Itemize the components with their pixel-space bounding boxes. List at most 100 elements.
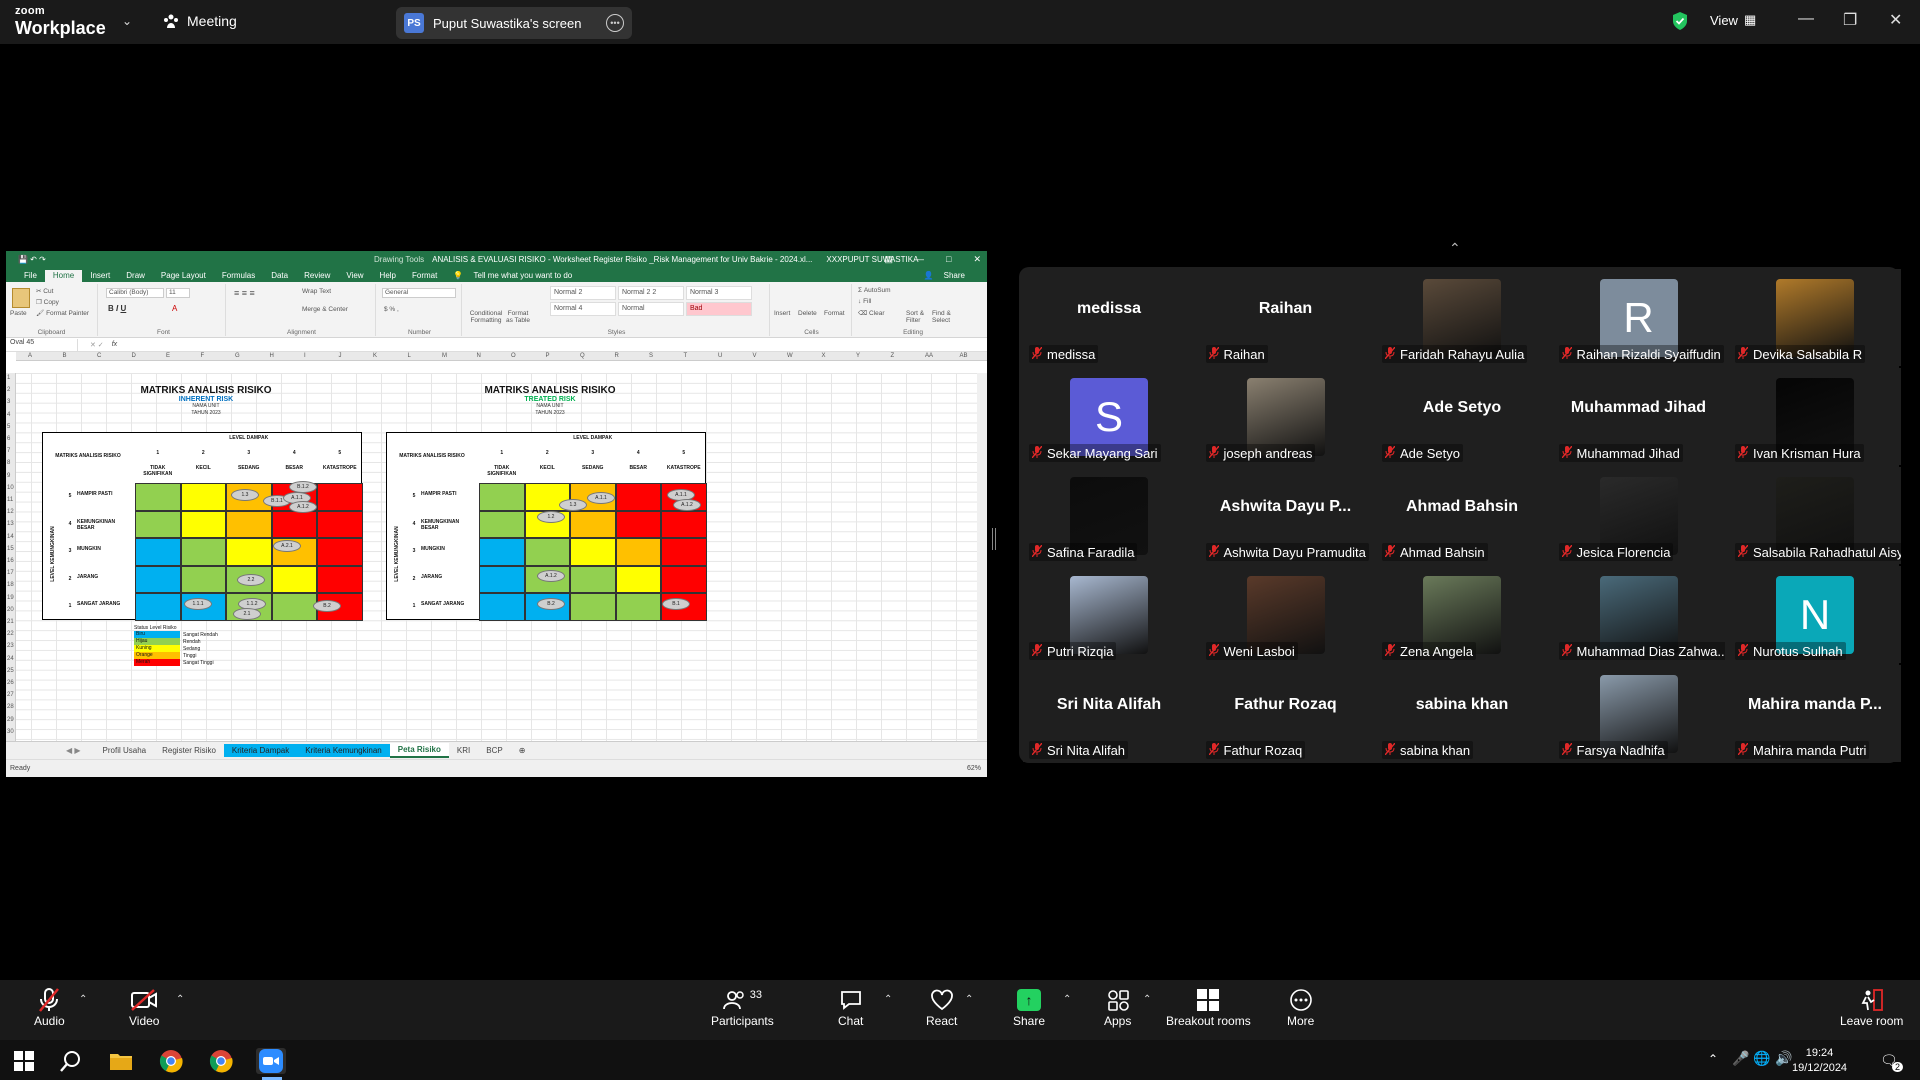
participants-button[interactable]: 33 Participants [711,986,774,1028]
share-button[interactable]: ↑ Share [1013,986,1045,1028]
participant-tile[interactable]: Muhammad Jihad Muhammad Jihad [1552,368,1725,465]
close-icon[interactable]: ✕ [1889,10,1902,30]
sheet-tab-kriteria-kemungkinan: Kriteria Kemungkinan [297,744,390,757]
participant-tile[interactable]: S Sekar Mayang Sari [1023,368,1195,465]
file-explorer-icon[interactable] [108,1048,134,1074]
participant-tile[interactable]: Weni Lasboi [1199,566,1372,663]
participant-tile[interactable]: Ashwita Dayu P... Ashwita Dayu Pramudita [1199,467,1372,564]
panel-splitter-handle[interactable] [992,528,996,550]
chrome-profile-icon[interactable] [208,1048,234,1074]
react-button[interactable]: React [926,986,957,1028]
tray-overflow-icon[interactable]: ⌃ [1708,1052,1718,1066]
windows-start-icon[interactable] [11,1048,37,1074]
apps-icon [1106,986,1130,1014]
more-options-icon[interactable]: ••• [606,14,624,32]
participant-tile[interactable]: Salsabila Rahadhatul Aisy [1729,467,1901,564]
participant-tile[interactable]: Sri Nita Alifah Sri Nita Alifah [1023,665,1195,762]
column-header: L [407,353,411,359]
apps-button[interactable]: Apps [1104,986,1131,1028]
participant-tile[interactable]: Jesica Florencia [1552,467,1725,564]
microphone-muted-icon [1384,544,1396,560]
participant-tile[interactable]: Devika Salsabila R [1729,269,1901,366]
column-header: V [752,353,757,359]
column-header: R [614,353,619,359]
participant-tile[interactable]: sabina khan sabina khan [1376,665,1548,762]
apps-options-caret-icon[interactable]: ⌃ [1143,994,1151,1005]
breakout-rooms-button[interactable]: Breakout rooms [1166,986,1251,1028]
ribbon-tab-home: Home [44,270,83,282]
notification-count: 2 [1892,1062,1904,1072]
risk-oval: B.1.2 [289,481,317,493]
participant-tile[interactable]: N Nurotus Sulhah [1729,566,1901,663]
microphone-muted-icon [1384,445,1396,461]
react-heart-icon [930,986,954,1014]
minimize-icon[interactable]: — [1798,10,1814,28]
matrix-treated-title: MATRIKS ANALISIS RISIKO [484,385,616,396]
chevron-down-icon[interactable]: ⌄ [122,14,132,28]
participant-tile[interactable]: Safina Faradila [1023,467,1195,564]
shield-icon[interactable] [1672,12,1688,30]
legend-row: Hijau Rendah [134,638,218,645]
volume-icon[interactable]: 🔊 [1775,1050,1792,1067]
audio-options-caret-icon[interactable]: ⌃ [79,994,87,1005]
microphone-muted-icon [1737,643,1749,659]
network-globe-icon[interactable]: 🌐 [1753,1050,1770,1067]
likelihood-name: SANGAT JARANG [77,601,121,607]
chat-button[interactable]: Chat [838,986,863,1028]
participant-tile[interactable]: Raihan Raihan [1199,269,1372,366]
participant-tile[interactable]: Ivan Krisman Hura [1729,368,1901,465]
autosum-label: AutoSum [863,287,891,294]
view-button[interactable]: View ▦ [1710,12,1756,28]
logo-workplace-text: Workplace [15,18,106,38]
column-header: Q [580,353,585,359]
participant-tile[interactable]: Ahmad Bahsin Ahmad Bahsin [1376,467,1548,564]
participant-tile[interactable]: Putri Rizqia [1023,566,1195,663]
participant-display-name: Ahmad Bahsin [1405,498,1518,515]
leave-room-button[interactable]: Leave room [1840,986,1903,1028]
video-button[interactable]: Video [129,986,159,1028]
microphone-muted-icon [1384,643,1396,659]
likelihood-number: 4 [68,520,72,527]
chat-options-caret-icon[interactable]: ⌃ [884,994,892,1005]
heatmap-cell [570,593,616,621]
participant-name-tag: Sri Nita Alifah [1029,741,1129,759]
zoom-app-icon[interactable] [256,1048,286,1074]
search-icon[interactable] [58,1048,84,1074]
more-button[interactable]: More [1287,986,1314,1028]
meeting-menu[interactable]: Meeting [163,13,237,29]
participant-tile[interactable]: Ade Setyo Ade Setyo [1376,368,1548,465]
number-group: General $ % , Number [378,284,462,336]
video-options-caret-icon[interactable]: ⌃ [176,994,184,1005]
breakout-rooms-icon [1196,986,1220,1014]
participant-tile[interactable]: Zena Angela [1376,566,1548,663]
audio-button[interactable]: Audio [34,986,65,1028]
participant-tile[interactable]: Mahira manda P... Mahira manda Putri [1729,665,1901,762]
participant-tile[interactable]: Muhammad Dias Zahwa... [1552,566,1725,663]
chevron-up-icon[interactable]: ⌃ [1449,240,1461,257]
column-header: M [442,353,447,359]
heatmap-cell [317,510,363,538]
participant-tile[interactable]: R Raihan Rizaldi Syaiffudin [1552,269,1725,366]
microphone-muted-icon [1031,346,1043,362]
ribbon-display-icon: ▤ [884,254,894,264]
share-options-caret-icon[interactable]: ⌃ [1063,994,1071,1005]
column-header: X [821,353,826,359]
heatmap-cell [317,565,363,593]
taskbar-clock[interactable]: 19:24 19/12/2024 [1792,1046,1847,1076]
tray-microphone-icon[interactable]: 🎤 [1732,1050,1749,1067]
impact-name: KATASTROPE [666,465,701,471]
react-options-caret-icon[interactable]: ⌃ [965,994,973,1005]
participant-name-tag: Raihan [1205,345,1268,363]
likelihood-name: KEMUNGKINAN BESAR [421,518,460,531]
restore-icon[interactable]: ❐ [1843,10,1857,30]
style-normal-3: Normal 3 [686,286,752,300]
column-header: A [28,353,33,359]
chrome-icon[interactable] [158,1048,184,1074]
participant-tile[interactable]: joseph andreas [1199,368,1372,465]
participant-tile[interactable]: Farsya Nadhifa [1552,665,1725,762]
shared-screen-pill[interactable]: PS Puput Suwastika's screen ••• [396,7,632,39]
sheet-tab-bcp: BCP [486,746,503,755]
participant-tile[interactable]: Faridah Rahayu Aulia [1376,269,1548,366]
participant-tile[interactable]: medissa medissa [1023,269,1195,366]
participant-tile[interactable]: Fathur Rozaq Fathur Rozaq [1199,665,1372,762]
